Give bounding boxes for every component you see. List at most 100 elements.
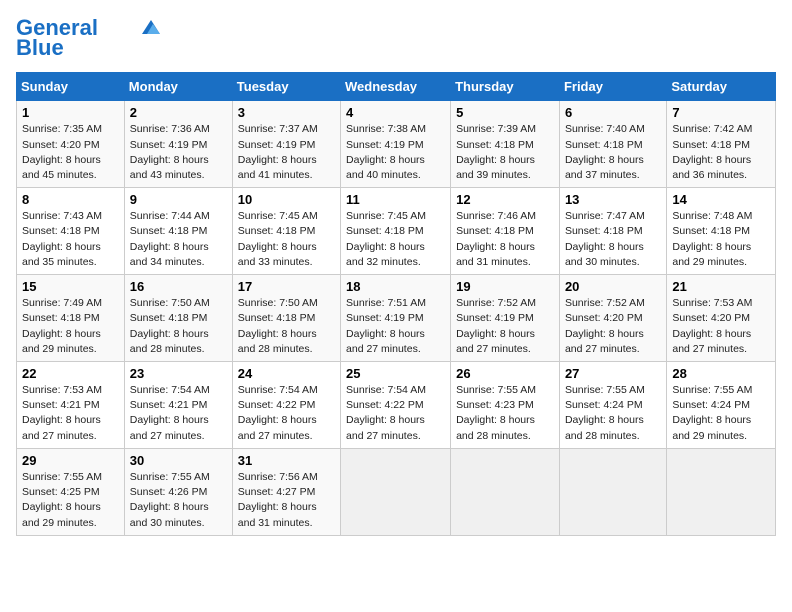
- day-cell: 30 Sunrise: 7:55 AM Sunset: 4:26 PM Dayli…: [124, 448, 232, 535]
- day-info: Sunrise: 7:37 AM Sunset: 4:19 PM Dayligh…: [238, 122, 335, 183]
- day-info: Sunrise: 7:35 AM Sunset: 4:20 PM Dayligh…: [22, 122, 119, 183]
- day-info: Sunrise: 7:55 AM Sunset: 4:25 PM Dayligh…: [22, 470, 119, 531]
- day-number: 14: [672, 192, 770, 207]
- day-number: 16: [130, 279, 227, 294]
- col-header-saturday: Saturday: [667, 73, 776, 101]
- day-number: 8: [22, 192, 119, 207]
- day-number: 19: [456, 279, 554, 294]
- day-cell: 21 Sunrise: 7:53 AM Sunset: 4:20 PM Dayli…: [667, 275, 776, 362]
- day-info: Sunrise: 7:42 AM Sunset: 4:18 PM Dayligh…: [672, 122, 770, 183]
- day-cell: 13 Sunrise: 7:47 AM Sunset: 4:18 PM Dayli…: [559, 188, 666, 275]
- day-cell: 19 Sunrise: 7:52 AM Sunset: 4:19 PM Dayli…: [451, 275, 560, 362]
- day-number: 9: [130, 192, 227, 207]
- day-number: 30: [130, 453, 227, 468]
- day-number: 25: [346, 366, 445, 381]
- logo-icon: [142, 20, 160, 34]
- day-cell: 8 Sunrise: 7:43 AM Sunset: 4:18 PM Daylig…: [17, 188, 125, 275]
- col-header-sunday: Sunday: [17, 73, 125, 101]
- day-cell: 2 Sunrise: 7:36 AM Sunset: 4:19 PM Daylig…: [124, 101, 232, 188]
- day-cell: 31Sunrise: 7:56 AM Sunset: 4:27 PM Dayli…: [232, 448, 340, 535]
- day-cell: 7 Sunrise: 7:42 AM Sunset: 4:18 PM Daylig…: [667, 101, 776, 188]
- day-cell: 10Sunrise: 7:45 AM Sunset: 4:18 PM Dayli…: [232, 188, 340, 275]
- day-info: Sunrise: 7:52 AM Sunset: 4:19 PM Dayligh…: [456, 296, 554, 357]
- day-number: 2: [130, 105, 227, 120]
- day-cell: 16 Sunrise: 7:50 AM Sunset: 4:18 PM Dayli…: [124, 275, 232, 362]
- day-cell: 3 Sunrise: 7:37 AM Sunset: 4:19 PM Daylig…: [232, 101, 340, 188]
- day-info: Sunrise: 7:54 AM Sunset: 4:22 PM Dayligh…: [238, 383, 335, 444]
- day-cell: 12 Sunrise: 7:46 AM Sunset: 4:18 PM Dayli…: [451, 188, 560, 275]
- day-info: Sunrise: 7:55 AM Sunset: 4:26 PM Dayligh…: [130, 470, 227, 531]
- day-cell: 24 Sunrise: 7:54 AM Sunset: 4:22 PM Dayli…: [232, 362, 340, 449]
- day-number: 21: [672, 279, 770, 294]
- week-row-5: 29Sunrise: 7:55 AM Sunset: 4:25 PM Dayli…: [17, 448, 776, 535]
- week-row-1: 1 Sunrise: 7:35 AM Sunset: 4:20 PM Daylig…: [17, 101, 776, 188]
- day-number: 26: [456, 366, 554, 381]
- col-header-wednesday: Wednesday: [341, 73, 451, 101]
- day-info: Sunrise: 7:55 AM Sunset: 4:23 PM Dayligh…: [456, 383, 554, 444]
- day-info: Sunrise: 7:53 AM Sunset: 4:21 PM Dayligh…: [22, 383, 119, 444]
- day-cell: 1 Sunrise: 7:35 AM Sunset: 4:20 PM Daylig…: [17, 101, 125, 188]
- day-info: Sunrise: 7:51 AM Sunset: 4:19 PM Dayligh…: [346, 296, 445, 357]
- day-info: Sunrise: 7:50 AM Sunset: 4:18 PM Dayligh…: [238, 296, 335, 357]
- day-cell: [559, 448, 666, 535]
- day-info: Sunrise: 7:54 AM Sunset: 4:21 PM Dayligh…: [130, 383, 227, 444]
- day-number: 28: [672, 366, 770, 381]
- week-row-3: 15Sunrise: 7:49 AM Sunset: 4:18 PM Dayli…: [17, 275, 776, 362]
- day-cell: 14 Sunrise: 7:48 AM Sunset: 4:18 PM Dayli…: [667, 188, 776, 275]
- day-number: 20: [565, 279, 661, 294]
- day-info: Sunrise: 7:47 AM Sunset: 4:18 PM Dayligh…: [565, 209, 661, 270]
- day-info: Sunrise: 7:36 AM Sunset: 4:19 PM Dayligh…: [130, 122, 227, 183]
- day-cell: 9 Sunrise: 7:44 AM Sunset: 4:18 PM Daylig…: [124, 188, 232, 275]
- day-number: 18: [346, 279, 445, 294]
- day-number: 23: [130, 366, 227, 381]
- day-info: Sunrise: 7:52 AM Sunset: 4:20 PM Dayligh…: [565, 296, 661, 357]
- col-header-friday: Friday: [559, 73, 666, 101]
- day-cell: 25Sunrise: 7:54 AM Sunset: 4:22 PM Dayli…: [341, 362, 451, 449]
- day-info: Sunrise: 7:39 AM Sunset: 4:18 PM Dayligh…: [456, 122, 554, 183]
- day-number: 13: [565, 192, 661, 207]
- day-cell: 29Sunrise: 7:55 AM Sunset: 4:25 PM Dayli…: [17, 448, 125, 535]
- day-cell: 22 Sunrise: 7:53 AM Sunset: 4:21 PM Dayli…: [17, 362, 125, 449]
- day-number: 5: [456, 105, 554, 120]
- day-info: Sunrise: 7:53 AM Sunset: 4:20 PM Dayligh…: [672, 296, 770, 357]
- day-info: Sunrise: 7:46 AM Sunset: 4:18 PM Dayligh…: [456, 209, 554, 270]
- day-number: 27: [565, 366, 661, 381]
- day-cell: 26 Sunrise: 7:55 AM Sunset: 4:23 PM Dayli…: [451, 362, 560, 449]
- day-cell: 17 Sunrise: 7:50 AM Sunset: 4:18 PM Dayli…: [232, 275, 340, 362]
- day-number: 7: [672, 105, 770, 120]
- col-header-monday: Monday: [124, 73, 232, 101]
- logo: General Blue: [16, 16, 160, 60]
- day-info: Sunrise: 7:43 AM Sunset: 4:18 PM Dayligh…: [22, 209, 119, 270]
- day-cell: [667, 448, 776, 535]
- col-header-thursday: Thursday: [451, 73, 560, 101]
- day-number: 12: [456, 192, 554, 207]
- day-number: 4: [346, 105, 445, 120]
- day-info: Sunrise: 7:48 AM Sunset: 4:18 PM Dayligh…: [672, 209, 770, 270]
- day-cell: 4 Sunrise: 7:38 AM Sunset: 4:19 PM Daylig…: [341, 101, 451, 188]
- day-info: Sunrise: 7:49 AM Sunset: 4:18 PM Dayligh…: [22, 296, 119, 357]
- day-info: Sunrise: 7:40 AM Sunset: 4:18 PM Dayligh…: [565, 122, 661, 183]
- day-number: 17: [238, 279, 335, 294]
- day-number: 22: [22, 366, 119, 381]
- day-cell: [451, 448, 560, 535]
- day-number: 3: [238, 105, 335, 120]
- day-cell: [341, 448, 451, 535]
- day-cell: 15Sunrise: 7:49 AM Sunset: 4:18 PM Dayli…: [17, 275, 125, 362]
- day-info: Sunrise: 7:45 AM Sunset: 4:18 PM Dayligh…: [238, 209, 335, 270]
- day-number: 11: [346, 192, 445, 207]
- day-number: 1: [22, 105, 119, 120]
- day-info: Sunrise: 7:50 AM Sunset: 4:18 PM Dayligh…: [130, 296, 227, 357]
- col-header-tuesday: Tuesday: [232, 73, 340, 101]
- day-cell: 18 Sunrise: 7:51 AM Sunset: 4:19 PM Dayli…: [341, 275, 451, 362]
- day-cell: 27Sunrise: 7:55 AM Sunset: 4:24 PM Dayli…: [559, 362, 666, 449]
- day-info: Sunrise: 7:44 AM Sunset: 4:18 PM Dayligh…: [130, 209, 227, 270]
- day-info: Sunrise: 7:55 AM Sunset: 4:24 PM Dayligh…: [672, 383, 770, 444]
- week-row-2: 8 Sunrise: 7:43 AM Sunset: 4:18 PM Daylig…: [17, 188, 776, 275]
- day-cell: 20 Sunrise: 7:52 AM Sunset: 4:20 PM Dayli…: [559, 275, 666, 362]
- day-info: Sunrise: 7:38 AM Sunset: 4:19 PM Dayligh…: [346, 122, 445, 183]
- day-number: 31: [238, 453, 335, 468]
- day-cell: 28 Sunrise: 7:55 AM Sunset: 4:24 PM Dayli…: [667, 362, 776, 449]
- week-row-4: 22 Sunrise: 7:53 AM Sunset: 4:21 PM Dayli…: [17, 362, 776, 449]
- day-number: 24: [238, 366, 335, 381]
- day-cell: 5 Sunrise: 7:39 AM Sunset: 4:18 PM Daylig…: [451, 101, 560, 188]
